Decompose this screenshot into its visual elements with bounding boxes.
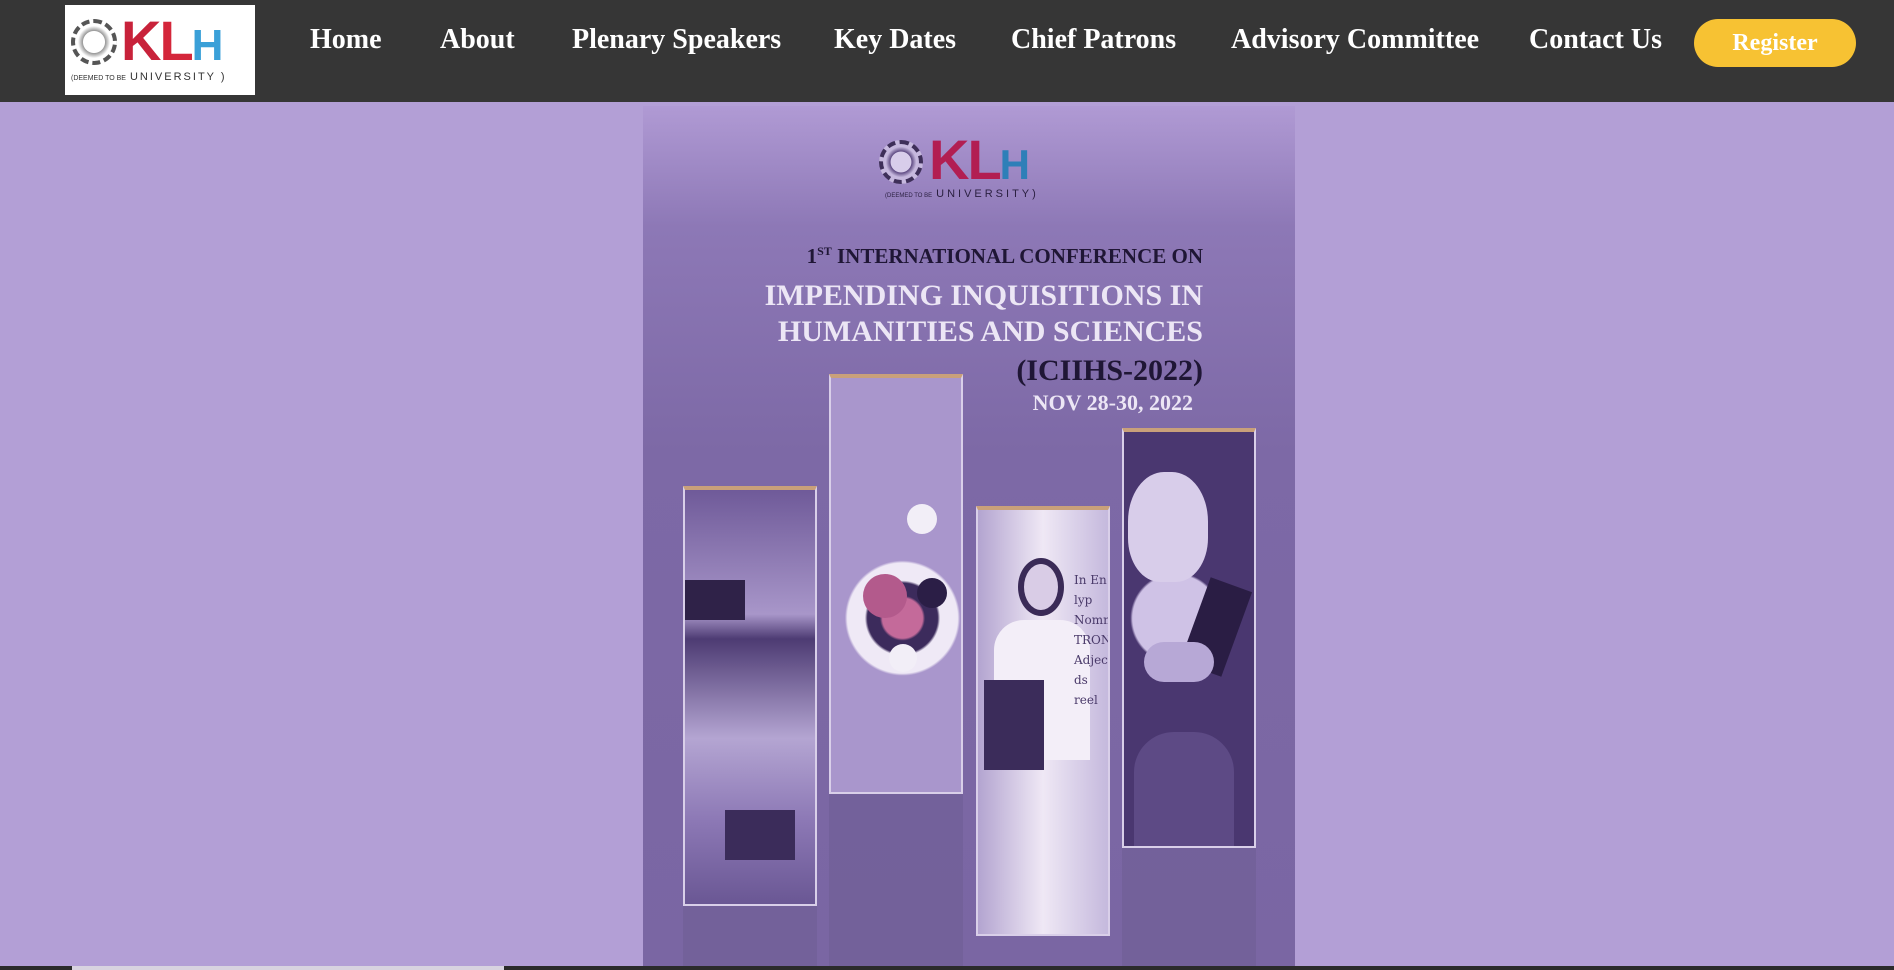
teacher-image-panel: In En lyp Nomn TRONC Adject ds reel <box>976 506 1110 936</box>
microscope-arm <box>685 580 745 620</box>
robot-head <box>1128 472 1208 582</box>
top-navbar: KLH (DEEMED TO BE UNIVERSITY ) Home About… <box>0 0 1894 102</box>
clipboard <box>984 680 1044 770</box>
panel-reflection <box>829 794 963 970</box>
nav-key-dates[interactable]: Key Dates <box>834 22 956 58</box>
conference-ordinal-heading: 1ST INTERNATIONAL CONFERENCE ON <box>806 244 1203 268</box>
microscope-base <box>725 810 795 860</box>
molecule-atom <box>917 578 947 608</box>
microscope-image-panel <box>683 486 817 906</box>
nav-advisory-committee[interactable]: Advisory Committee <box>1231 22 1479 58</box>
molecule-atom <box>863 574 907 618</box>
register-button[interactable]: Register <box>1694 19 1856 67</box>
logo-subtitle: (DEEMED TO BE UNIVERSITY ) <box>71 71 227 83</box>
conference-title: IMPENDING INQUISITIONS IN HUMANITIES AND… <box>764 279 1203 348</box>
nav-contact-us[interactable]: Contact Us <box>1529 22 1662 58</box>
robot-image-panel <box>1122 428 1256 848</box>
poster-seal-icon <box>879 140 923 184</box>
molecule-atom <box>907 504 937 534</box>
whiteboard-text: In En lyp Nomn TRONC Adject ds reel <box>1074 573 1110 707</box>
panel-reflection <box>1122 848 1256 970</box>
logo-wordmark: KLH <box>121 9 223 72</box>
person-head <box>1018 558 1064 616</box>
horizontal-scrollbar-thumb[interactable] <box>72 966 504 970</box>
molecule-image-panel <box>829 374 963 794</box>
poster-logo: KLH (DEEMED TO BE UNIVERSITY) <box>879 132 1059 200</box>
nav-chief-patrons[interactable]: Chief Patrons <box>1011 22 1176 58</box>
poster-logo-subtitle: (DEEMED TO BE UNIVERSITY) <box>885 188 1039 200</box>
nav-plenary-speakers[interactable]: Plenary Speakers <box>572 22 781 58</box>
nav-about[interactable]: About <box>440 22 515 58</box>
poster-wordmark: KLH <box>929 128 1030 191</box>
panel-reflection <box>683 906 817 970</box>
robot-hand <box>1144 642 1214 682</box>
conference-poster: KLH (DEEMED TO BE UNIVERSITY) 1ST INTERNA… <box>643 106 1295 970</box>
university-seal-icon <box>71 19 117 65</box>
robot-body <box>1134 732 1234 846</box>
nav-home[interactable]: Home <box>310 22 382 58</box>
klh-logo[interactable]: KLH (DEEMED TO BE UNIVERSITY ) <box>65 5 255 95</box>
molecule-atom <box>889 644 917 672</box>
